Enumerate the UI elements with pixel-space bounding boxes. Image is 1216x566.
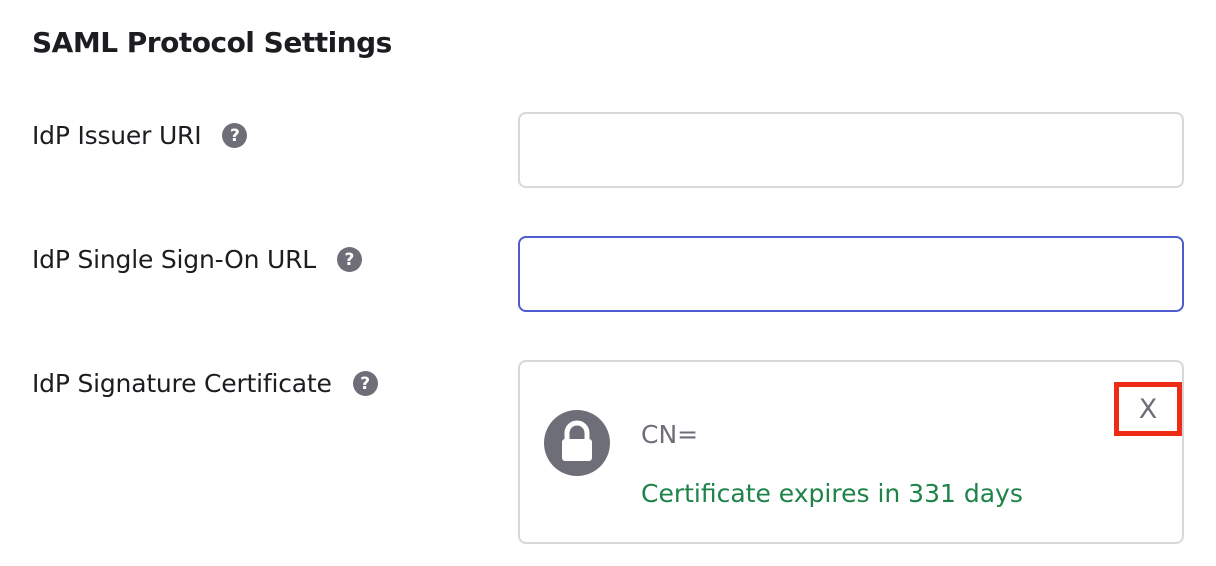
saml-settings-page: SAML Protocol Settings IdP Issuer URI ? … [0,0,1216,566]
certificate-expiry-text: Certificate expires in 331 days [641,479,1023,508]
certificate-cn: CN= [641,420,699,449]
question-circle-icon[interactable]: ? [336,247,362,272]
certificate-card: CN= Certificate expires in 331 days X [518,360,1184,544]
issuer-uri-label-row: IdP Issuer URI ? [32,121,248,150]
issuer-uri-input[interactable] [518,112,1184,188]
sso-url-input[interactable] [518,236,1184,312]
issuer-uri-label: IdP Issuer URI [32,121,202,150]
section-title: SAML Protocol Settings [32,26,392,59]
lock-icon [544,410,610,476]
sso-url-label: IdP Single Sign-On URL [32,245,316,274]
question-circle-icon[interactable]: ? [352,371,378,396]
sso-url-label-row: IdP Single Sign-On URL ? [32,245,362,274]
remove-certificate-button[interactable]: X [1114,382,1182,436]
signature-certificate-label-row: IdP Signature Certificate ? [32,369,378,398]
signature-certificate-label: IdP Signature Certificate [32,369,332,398]
question-circle-icon[interactable]: ? [222,123,248,148]
